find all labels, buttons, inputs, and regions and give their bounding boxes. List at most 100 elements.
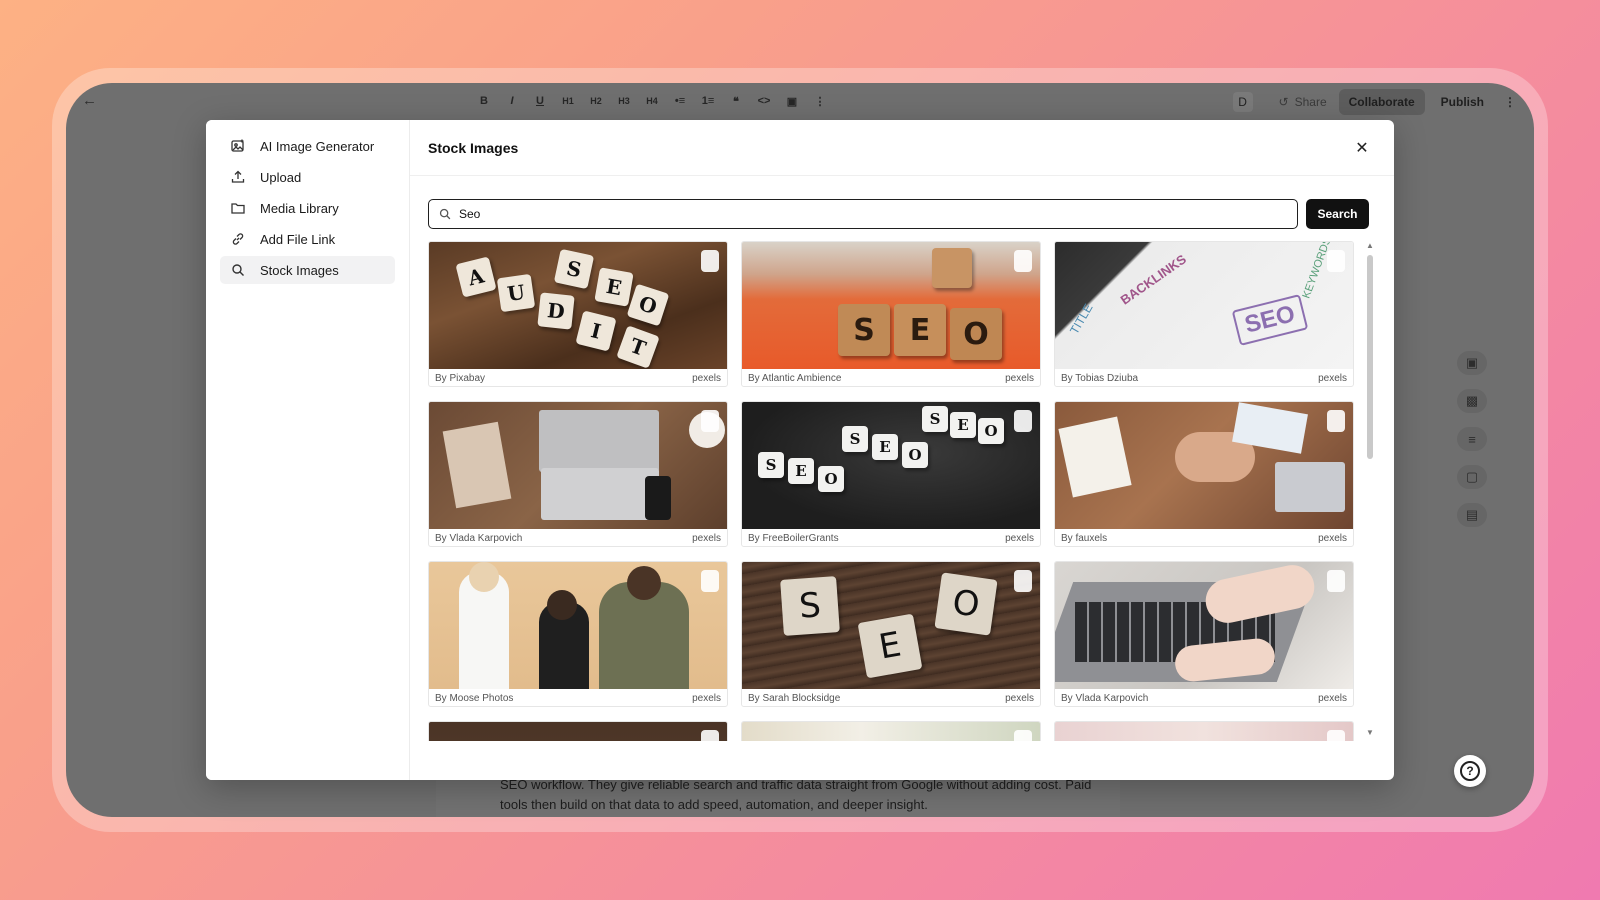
- scroll-thumb[interactable]: [1367, 255, 1373, 459]
- stock-image: [1055, 402, 1353, 529]
- image-author: By FreeBoilerGrants: [748, 533, 839, 544]
- toolbar-actions: D ↺ Share Collaborate Publish ⋮: [1232, 89, 1520, 115]
- publish-button[interactable]: Publish: [1429, 89, 1496, 115]
- image-author: By Pixabay: [435, 373, 486, 384]
- image-author: By fauxels: [1061, 533, 1108, 544]
- image-author: By Tobias Dziuba: [1061, 373, 1139, 384]
- image-card[interactable]: [741, 721, 1041, 741]
- comment-icon[interactable]: ▢: [1457, 465, 1487, 489]
- image-card[interactable]: BACKLINKS TITLE SEO KEYWORDS By Tobias D…: [1054, 241, 1354, 387]
- modal-content: Stock Images ✕ Search A U S E: [410, 120, 1394, 780]
- image-source: pexels: [1005, 373, 1034, 384]
- link-icon: [230, 231, 246, 247]
- select-checkbox[interactable]: [1327, 250, 1345, 272]
- image-card[interactable]: [1054, 721, 1354, 741]
- code-button[interactable]: <>: [754, 91, 774, 111]
- format-toolbar: B I U H1 H2 H3 H4 •≡ 1≡ ❝ <> ▣ ⋮: [474, 91, 830, 111]
- image-card[interactable]: By fauxels pexels: [1054, 401, 1354, 547]
- sidebar-item-label: Upload: [260, 169, 302, 185]
- image-card[interactable]: By Vlada Karpovich pexels: [1054, 561, 1354, 707]
- upload-icon: [230, 169, 246, 185]
- select-checkbox[interactable]: [1327, 570, 1345, 592]
- sidebar-item-ai-image-generator[interactable]: AI Image Generator: [220, 132, 395, 160]
- modal-header: Stock Images: [410, 120, 1394, 176]
- heading1-button[interactable]: H1: [558, 91, 578, 111]
- image-card[interactable]: A U S E O D I T By Pixabay pexels: [428, 241, 728, 387]
- bold-button[interactable]: B: [474, 91, 494, 111]
- stock-image: [742, 722, 1040, 741]
- stock-image: S E O: [742, 562, 1040, 689]
- right-rail: ▣ ▩ ≡ ▢ ▤: [1457, 351, 1487, 527]
- ai-assistant-icon[interactable]: ▣: [1457, 351, 1487, 375]
- select-checkbox[interactable]: [1014, 250, 1032, 272]
- search-icon: [439, 207, 453, 221]
- heading4-button[interactable]: H4: [642, 91, 662, 111]
- grid-scrollbar[interactable]: ▲ ▼: [1366, 241, 1374, 737]
- sidebar-item-media-library[interactable]: Media Library: [220, 194, 395, 222]
- numbered-list-button[interactable]: 1≡: [698, 91, 718, 111]
- image-author: By Vlada Karpovich: [435, 533, 523, 544]
- image-card[interactable]: S E O S E O S E O By FreeBoilerGrants pe…: [741, 401, 1041, 547]
- image-source: pexels: [1005, 693, 1034, 704]
- image-author: By Vlada Karpovich: [1061, 693, 1149, 704]
- analytics-icon[interactable]: ▩: [1457, 389, 1487, 413]
- ai-image-icon: [230, 138, 246, 154]
- document-icon[interactable]: ▤: [1457, 503, 1487, 527]
- outline-icon[interactable]: ≡: [1457, 427, 1487, 451]
- stock-image: A U S E O D I T: [429, 242, 727, 369]
- image-card[interactable]: By Vlada Karpovich pexels: [428, 401, 728, 547]
- stock-image: S E O: [742, 242, 1040, 369]
- more-menu-icon[interactable]: ⋮: [1500, 95, 1520, 109]
- image-card[interactable]: S E O By Atlantic Ambience pexels: [741, 241, 1041, 387]
- help-button[interactable]: ?: [1454, 755, 1486, 787]
- sidebar-item-upload[interactable]: Upload: [220, 163, 395, 191]
- back-arrow-icon[interactable]: ←: [82, 92, 102, 112]
- sidebar-item-label: AI Image Generator: [260, 138, 375, 154]
- stock-image: BACKLINKS TITLE SEO KEYWORDS: [1055, 242, 1353, 369]
- select-checkbox[interactable]: [1014, 730, 1032, 741]
- scroll-down-icon[interactable]: ▼: [1366, 728, 1374, 737]
- underline-button[interactable]: U: [530, 91, 550, 111]
- select-checkbox[interactable]: [1327, 730, 1345, 741]
- sidebar-item-stock-images[interactable]: Stock Images: [220, 256, 395, 284]
- image-source: pexels: [1318, 533, 1347, 544]
- image-card[interactable]: S E O By Sarah Blocksidge pexels: [741, 561, 1041, 707]
- quote-button[interactable]: ❝: [726, 91, 746, 111]
- bullet-list-button[interactable]: •≡: [670, 91, 690, 111]
- sidebar-item-label: Media Library: [260, 200, 339, 216]
- search-button[interactable]: Search: [1306, 199, 1369, 229]
- share-button[interactable]: ↺ Share: [1271, 91, 1335, 113]
- select-checkbox[interactable]: [1327, 410, 1345, 432]
- italic-button[interactable]: I: [502, 91, 522, 111]
- image-card[interactable]: By Moose Photos pexels: [428, 561, 728, 707]
- stock-image: [429, 402, 727, 529]
- sidebar-item-label: Stock Images: [260, 262, 339, 278]
- search-icon: [230, 262, 246, 278]
- select-checkbox[interactable]: [1014, 410, 1032, 432]
- search-input[interactable]: [459, 207, 1287, 221]
- image-source: pexels: [1318, 373, 1347, 384]
- editor-toolbar: ← B I U H1 H2 H3 H4 •≡ 1≡ ❝ <> ▣ ⋮ D ↺ S…: [66, 83, 1534, 121]
- select-checkbox[interactable]: [701, 250, 719, 272]
- collaborate-button[interactable]: Collaborate: [1338, 89, 1425, 115]
- image-source: pexels: [692, 533, 721, 544]
- scroll-up-icon[interactable]: ▲: [1366, 241, 1374, 250]
- share-label: Share: [1294, 95, 1327, 109]
- more-format-button[interactable]: ⋮: [810, 91, 830, 111]
- help-icon: ?: [1460, 761, 1480, 781]
- stock-image: S E O S E O S E O: [742, 402, 1040, 529]
- select-checkbox[interactable]: [1014, 570, 1032, 592]
- close-icon[interactable]: ✕: [1352, 138, 1372, 158]
- heading2-button[interactable]: H2: [586, 91, 606, 111]
- image-picker-modal: AI Image Generator Upload Media Library …: [206, 120, 1394, 780]
- image-button[interactable]: ▣: [782, 91, 802, 111]
- heading3-button[interactable]: H3: [614, 91, 634, 111]
- select-checkbox[interactable]: [701, 570, 719, 592]
- avatar[interactable]: D: [1232, 92, 1253, 112]
- image-card[interactable]: [428, 721, 728, 741]
- select-checkbox[interactable]: [701, 410, 719, 432]
- search-field[interactable]: [428, 199, 1298, 229]
- image-author: By Atlantic Ambience: [748, 373, 842, 384]
- select-checkbox[interactable]: [701, 730, 719, 741]
- sidebar-item-add-file-link[interactable]: Add File Link: [220, 225, 395, 253]
